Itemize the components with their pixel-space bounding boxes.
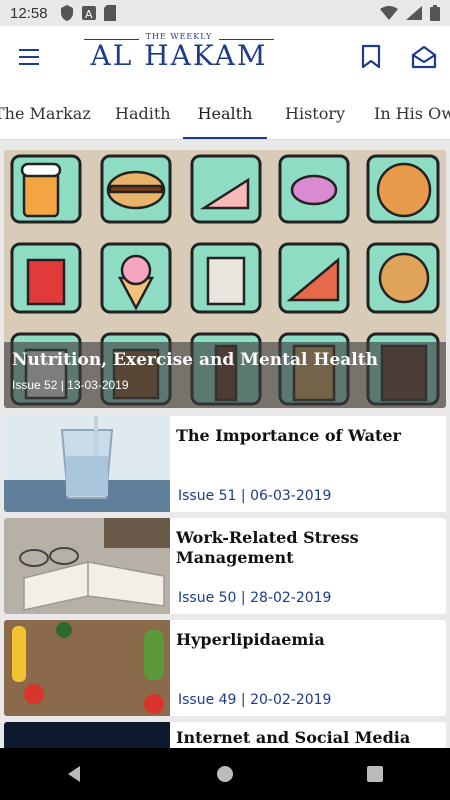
inbox-button[interactable] [410,44,438,70]
home-button[interactable] [205,754,245,794]
article-title: Internet and Social Media [176,728,411,747]
back-button[interactable] [55,754,95,794]
featured-article[interactable]: Nutrition, Exercise and Mental Health Is… [4,150,446,408]
tab-in-his-own[interactable]: In His Own [374,88,450,139]
svg-text:A: A [85,8,93,20]
sd-card-icon [103,5,116,21]
article-meta: Issue 51 | 06-03-2019 [178,488,332,504]
tab-hadith[interactable]: Hadith [115,88,171,139]
featured-title: Nutrition, Exercise and Mental Health [12,350,378,370]
menu-button[interactable] [18,46,42,68]
back-icon [68,766,80,782]
tab-health[interactable]: Health [183,88,267,139]
status-time: 12:58 [10,4,48,22]
article-title: Work-Related Stress Management [176,528,359,567]
battery-icon [430,5,440,21]
bookmark-button[interactable] [360,44,382,70]
featured-meta: Issue 52 | 13-03-2019 [12,378,129,392]
tab-history[interactable]: History [285,88,345,139]
article-meta: Issue 49 | 20-02-2019 [178,692,332,708]
recents-icon [367,766,383,782]
open-mail-icon [411,45,437,69]
home-icon [217,766,233,782]
logo-title: AL HAKAM [90,39,268,72]
bookmark-icon [361,44,381,69]
vegetables-image [4,620,170,716]
recents-button[interactable] [355,754,395,794]
article-list: Nutrition, Exercise and Mental Health Is… [0,140,450,748]
menu-icon [19,49,39,65]
signal-icon [406,6,422,20]
article-card[interactable]: Work-Related Stress Management Issue 50 … [4,518,446,614]
article-meta: Issue 50 | 28-02-2019 [178,590,332,606]
font-icon: A [81,6,96,20]
app-bar: THE WEEKLY AL HAKAM [0,26,450,88]
article-card[interactable]: Hyperlipidaemia Issue 49 | 20-02-2019 [4,620,446,716]
featured-caption: Nutrition, Exercise and Mental Health Is… [4,342,446,408]
wifi-icon [380,6,398,20]
article-title: Hyperlipidaemia [176,630,325,649]
shield-icon [60,5,73,21]
category-tabs: The Markaz Hadith Health History In His … [0,88,450,140]
water-glass-image [4,416,170,512]
book-glasses-image [4,518,170,614]
article-card[interactable]: The Importance of Water Issue 51 | 06-03… [4,416,446,512]
status-bar: 12:58 A [0,0,450,26]
article-card[interactable]: Internet and Social Media [4,722,446,748]
article-title: The Importance of Water [176,426,401,445]
system-nav-bar [0,748,450,800]
app-logo[interactable]: THE WEEKLY AL HAKAM [84,32,274,84]
internet-image [4,722,170,748]
tab-the-markaz[interactable]: The Markaz [0,88,91,139]
